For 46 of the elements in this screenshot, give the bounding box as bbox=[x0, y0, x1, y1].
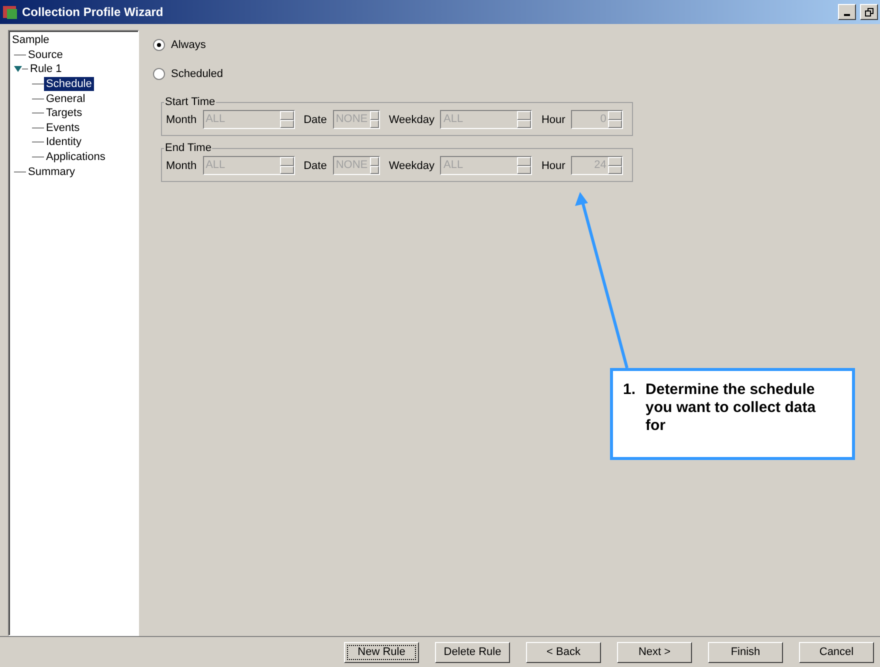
tree-item[interactable]: Targets bbox=[44, 106, 84, 120]
field-label: Weekday bbox=[388, 160, 434, 172]
field-label: Date bbox=[304, 114, 327, 126]
tree-item[interactable]: Source bbox=[26, 48, 65, 62]
tree-connector bbox=[32, 83, 44, 86]
tree-item[interactable]: Events bbox=[44, 120, 82, 135]
tree-connector bbox=[32, 156, 44, 158]
field-label: Month bbox=[166, 160, 197, 172]
tree-item[interactable]: Sample bbox=[10, 33, 52, 48]
wizard-button[interactable]: Cancel bbox=[799, 642, 874, 662]
wizard-button[interactable]: New Rule bbox=[344, 642, 419, 662]
minimize-button[interactable] bbox=[838, 4, 856, 20]
tree-connector bbox=[32, 126, 44, 129]
callout-text: Determine the schedule you want to collect data for bbox=[646, 381, 817, 436]
tree-item[interactable]: General bbox=[44, 92, 88, 106]
wizard-button[interactable]: Next > bbox=[617, 642, 692, 662]
field-label: Date bbox=[304, 160, 327, 172]
tree-connector bbox=[14, 54, 26, 56]
field-label: Month bbox=[166, 114, 197, 126]
wizard-button[interactable]: < Back bbox=[526, 642, 601, 662]
tree-connector bbox=[32, 98, 44, 100]
restore-icon bbox=[864, 8, 874, 16]
wizard-button[interactable]: Delete Rule bbox=[435, 642, 510, 662]
app-icon bbox=[2, 4, 18, 20]
tree-item[interactable]: Summary bbox=[26, 164, 78, 179]
radio-label: Always bbox=[171, 39, 206, 51]
tree-connector bbox=[14, 170, 26, 173]
tree-connector bbox=[32, 141, 44, 144]
tree-connector bbox=[32, 112, 44, 114]
group-title: End Time bbox=[164, 142, 212, 154]
radio-button[interactable] bbox=[153, 68, 165, 80]
tree-item[interactable]: Identity bbox=[44, 135, 84, 150]
wizard-button[interactable]: Finish bbox=[708, 642, 783, 662]
expanded-triangle-icon[interactable] bbox=[14, 65, 28, 74]
tree-item[interactable]: Applications bbox=[44, 150, 108, 164]
callout-number: 1. bbox=[623, 381, 636, 400]
tree-item[interactable]: Rule 1 bbox=[28, 62, 64, 76]
window-title: Collection Profile Wizard bbox=[22, 5, 164, 19]
field-label: Weekday bbox=[388, 114, 434, 126]
tree-item[interactable]: Schedule bbox=[44, 77, 94, 92]
field-label: Hour bbox=[541, 160, 566, 172]
radio-label: Scheduled bbox=[171, 68, 223, 80]
field-label: Hour bbox=[541, 114, 566, 126]
restore-button[interactable] bbox=[860, 4, 878, 20]
radio-button[interactable] bbox=[153, 39, 165, 51]
group-title: Start Time bbox=[164, 96, 216, 108]
